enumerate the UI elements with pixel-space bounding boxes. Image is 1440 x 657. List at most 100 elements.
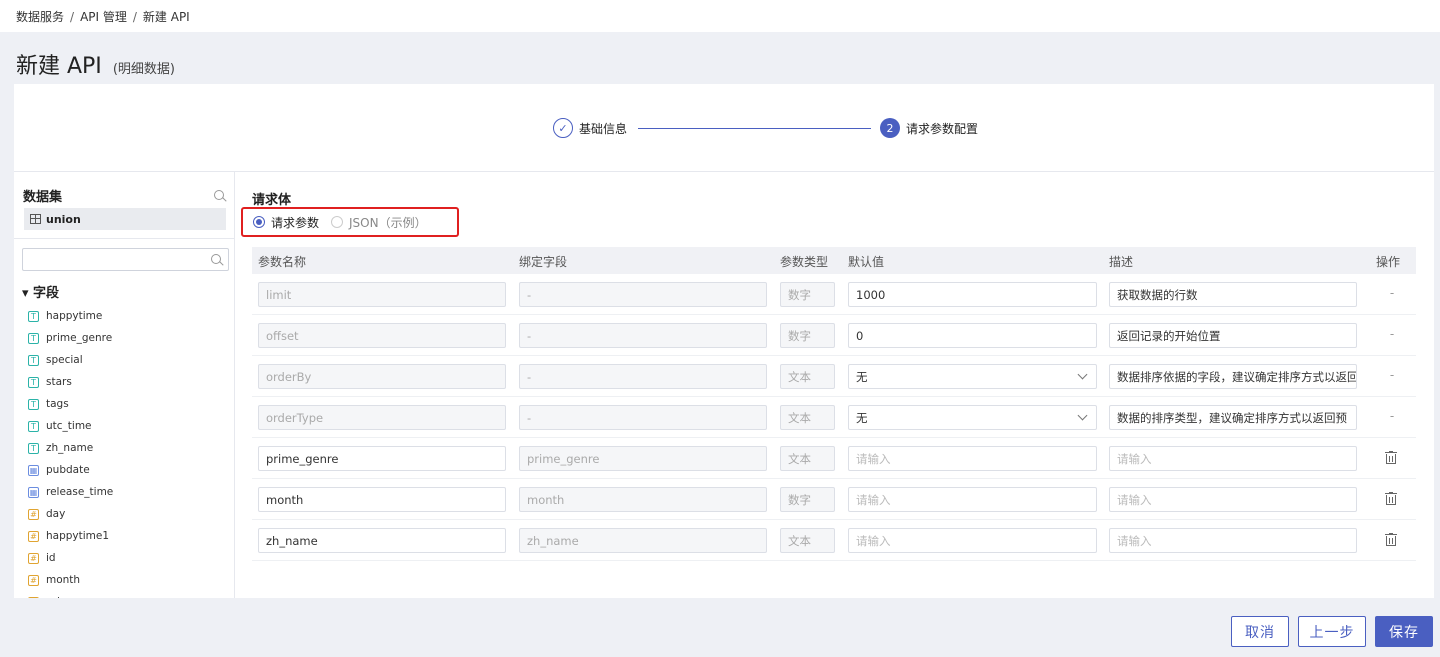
field-item[interactable]: Tprime_genre xyxy=(28,327,228,349)
default-value-input[interactable]: 请输入 xyxy=(848,528,1097,553)
header-actions: 操作 xyxy=(1376,255,1401,269)
default-value-input[interactable]: 0 xyxy=(848,323,1097,348)
description-input[interactable]: 数据排序依据的字段，建议确定排序方式以返回 xyxy=(1109,364,1357,389)
param-name-input: limit xyxy=(258,282,506,307)
request-body-title: 请求体 xyxy=(252,193,292,208)
breadcrumb: 数据服务 / API 管理 / 新建 API xyxy=(0,0,1440,32)
no-action: - xyxy=(1389,286,1395,300)
trash-icon[interactable] xyxy=(1385,492,1397,506)
text-type-icon: T xyxy=(28,376,39,388)
page-title: 新建 API (明细数据) xyxy=(16,48,175,80)
field-label: happytime xyxy=(46,310,103,322)
field-item[interactable]: Thappytime xyxy=(28,305,228,327)
field-item[interactable]: Tspecial xyxy=(28,349,228,371)
bind-field-input: prime_genre xyxy=(519,446,767,471)
number-type-icon: # xyxy=(28,596,39,598)
breadcrumb-item-current: 新建 API xyxy=(142,10,190,24)
dataset-header: 数据集 xyxy=(23,186,227,205)
header-default: 默认值 xyxy=(848,255,885,269)
prev-step-button[interactable]: 上一步 xyxy=(1298,616,1366,647)
description-input[interactable]: 获取数据的行数 xyxy=(1109,282,1357,307)
dataset-panel: 数据集 union ▾ 字段 Thappytime Tprime_genre Tsp… xyxy=(14,172,235,598)
param-type-field: 文本 xyxy=(780,446,835,471)
no-action: - xyxy=(1389,327,1395,341)
step-indicator: ✓ 基础信息 2 请求参数配置 xyxy=(14,84,1434,172)
param-name-input: orderBy xyxy=(258,364,506,389)
breadcrumb-item-api-manage[interactable]: API 管理 xyxy=(80,10,127,24)
bind-field-input: - xyxy=(519,282,767,307)
breadcrumb-item-data-service[interactable]: 数据服务 xyxy=(16,10,64,24)
radio-label: 请求参数 xyxy=(271,215,320,230)
field-item[interactable]: # day xyxy=(28,503,228,525)
description-input[interactable]: 返回记录的开始位置 xyxy=(1109,323,1357,348)
radio-dot xyxy=(253,216,265,228)
description-input[interactable]: 请输入 xyxy=(1109,446,1357,471)
request-mode-radio-group: 请求参数 JSON（示例） xyxy=(241,207,459,237)
text-type-icon: T xyxy=(28,442,39,454)
field-label: prime_genre xyxy=(46,332,113,344)
param-name-input[interactable]: month xyxy=(258,487,506,512)
field-label: release_time xyxy=(46,486,114,498)
field-label: special xyxy=(46,354,83,366)
text-type-icon: T xyxy=(28,354,39,366)
field-label: tags xyxy=(46,398,69,410)
search-icon[interactable] xyxy=(210,253,224,267)
default-value-input[interactable]: 1000 xyxy=(848,282,1097,307)
field-item[interactable]: ▦ release_time xyxy=(28,481,228,503)
number-type-icon: # xyxy=(28,530,39,542)
field-label: utc_time xyxy=(46,420,92,432)
header-param-type: 参数类型 xyxy=(780,255,829,269)
text-type-icon: T xyxy=(28,398,39,410)
step-connector xyxy=(638,128,871,129)
page-title-text: 新建 API xyxy=(16,54,102,79)
fields-group-toggle[interactable]: ▾ 字段 xyxy=(22,282,59,301)
page-subtitle: (明细数据) xyxy=(112,62,175,77)
params-table: 参数名称 绑定字段 参数类型 默认值 描述 操作 limit - 数字 1000 获取数… xyxy=(252,247,1416,561)
default-value-input[interactable]: 请输入 xyxy=(848,446,1097,471)
param-type-field: 数字 xyxy=(780,282,835,307)
divider xyxy=(14,238,235,239)
field-label: month xyxy=(46,574,81,586)
search-icon[interactable] xyxy=(213,189,227,203)
table-row: orderBy - 文本无数据排序依据的字段，建议确定排序方式以返回 - xyxy=(252,356,1416,397)
field-label: pubdate xyxy=(46,464,90,476)
field-item[interactable]: # price xyxy=(28,591,228,598)
step-basic-info[interactable]: ✓ 基础信息 xyxy=(553,118,627,138)
param-name-input: orderType xyxy=(258,405,506,430)
table-body: limit - 数字 1000 获取数据的行数 - offset - 数字 0 返回记录的开始位置 -… xyxy=(252,274,1416,561)
field-label: price xyxy=(46,596,72,598)
description-input[interactable]: 数据的排序类型，建议确定排序方式以返回预 xyxy=(1109,405,1357,430)
field-item[interactable]: Tzh_name xyxy=(28,437,228,459)
field-item[interactable]: Tutc_time xyxy=(28,415,228,437)
field-item[interactable]: # month xyxy=(28,569,228,591)
field-label: day xyxy=(46,508,66,520)
param-name-input[interactable]: prime_genre xyxy=(258,446,506,471)
description-input[interactable]: 请输入 xyxy=(1109,487,1357,512)
field-item[interactable]: # id xyxy=(28,547,228,569)
breadcrumb-separator: / xyxy=(132,10,137,24)
breadcrumb-separator: / xyxy=(70,10,75,24)
radio-label: JSON（示例） xyxy=(349,215,427,230)
default-value-select[interactable]: 无 xyxy=(848,405,1097,430)
dataset-item-union[interactable]: union xyxy=(24,208,226,230)
param-name-input[interactable]: zh_name xyxy=(258,528,506,553)
trash-icon[interactable] xyxy=(1385,451,1397,465)
step-request-params[interactable]: 2 请求参数配置 xyxy=(880,118,978,138)
field-list: Thappytime Tprime_genre Tspecial Tstars Ttag… xyxy=(28,305,228,598)
table-row: orderType - 文本无数据的排序类型，建议确定排序方式以返回预 - xyxy=(252,397,1416,438)
field-item[interactable]: ▦ pubdate xyxy=(28,459,228,481)
description-input[interactable]: 请输入 xyxy=(1109,528,1357,553)
save-button[interactable]: 保存 xyxy=(1375,616,1433,647)
trash-icon[interactable] xyxy=(1385,533,1397,547)
field-item[interactable]: # happytime1 xyxy=(28,525,228,547)
field-item[interactable]: Tstars xyxy=(28,371,228,393)
header-param-name: 参数名称 xyxy=(258,255,307,269)
radio-request-params[interactable]: 请求参数 xyxy=(253,214,319,231)
table-row: zh_name zh_name 文本 请输入 请输入 xyxy=(252,520,1416,561)
cancel-button[interactable]: 取消 xyxy=(1231,616,1289,647)
default-value-input[interactable]: 请输入 xyxy=(848,487,1097,512)
radio-json-example[interactable]: JSON（示例） xyxy=(331,214,427,231)
default-value-select[interactable]: 无 xyxy=(848,364,1097,389)
field-search-input[interactable] xyxy=(22,248,229,271)
field-item[interactable]: Ttags xyxy=(28,393,228,415)
